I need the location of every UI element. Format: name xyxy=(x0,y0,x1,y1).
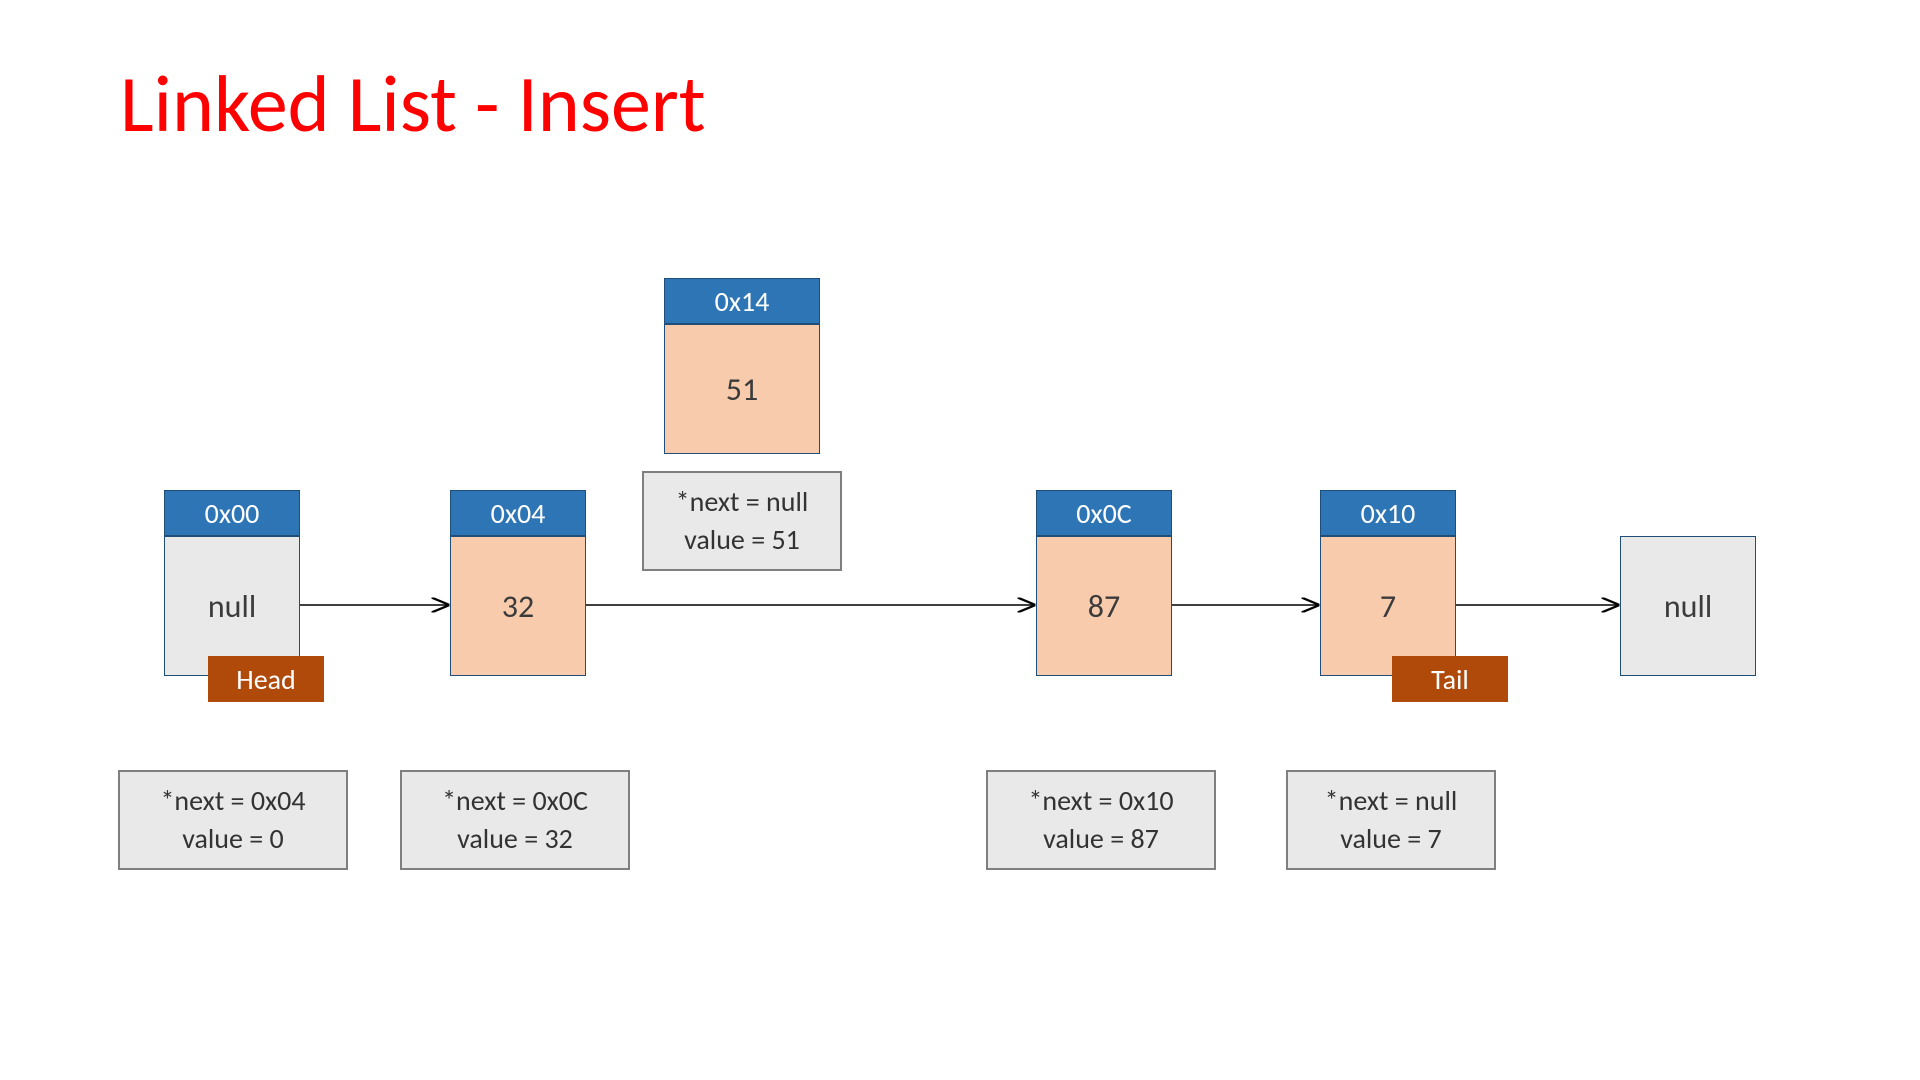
node-address: 0x00 xyxy=(164,490,300,536)
info-line: value = 32 xyxy=(457,821,573,856)
insert-node-body: 51 xyxy=(664,324,820,454)
node-info: *next = 0x0C value = 32 xyxy=(400,770,630,870)
info-line: value = 87 xyxy=(1043,821,1159,856)
node-address: 0x04 xyxy=(450,490,586,536)
head-node-body: null xyxy=(164,536,300,676)
head-tag: Head xyxy=(208,656,324,702)
page-title: Linked List - Insert xyxy=(120,56,706,153)
info-line: value = 7 xyxy=(1340,821,1442,856)
node-address: 0x0C xyxy=(1036,490,1172,536)
insert-node-address: 0x14 xyxy=(664,278,820,324)
node-body: 7 xyxy=(1320,536,1456,676)
info-line: *next = null xyxy=(676,484,809,519)
node-info: *next = 0x04 value = 0 xyxy=(118,770,348,870)
info-line: *next = 0x10 xyxy=(1028,783,1173,818)
node-address: 0x10 xyxy=(1320,490,1456,536)
node-body: 87 xyxy=(1036,536,1172,676)
node-body: 32 xyxy=(450,536,586,676)
insert-node-info: *next = null value = 51 xyxy=(642,471,842,571)
null-box: null xyxy=(1620,536,1756,676)
info-line: value = 0 xyxy=(182,821,284,856)
info-line: *next = 0x04 xyxy=(160,783,305,818)
info-line: value = 51 xyxy=(684,522,800,557)
node-info: *next = 0x10 value = 87 xyxy=(986,770,1216,870)
info-line: *next = 0x0C xyxy=(442,783,588,818)
info-line: *next = null xyxy=(1325,783,1458,818)
tail-tag: Tail xyxy=(1392,656,1508,702)
node-info: *next = null value = 7 xyxy=(1286,770,1496,870)
